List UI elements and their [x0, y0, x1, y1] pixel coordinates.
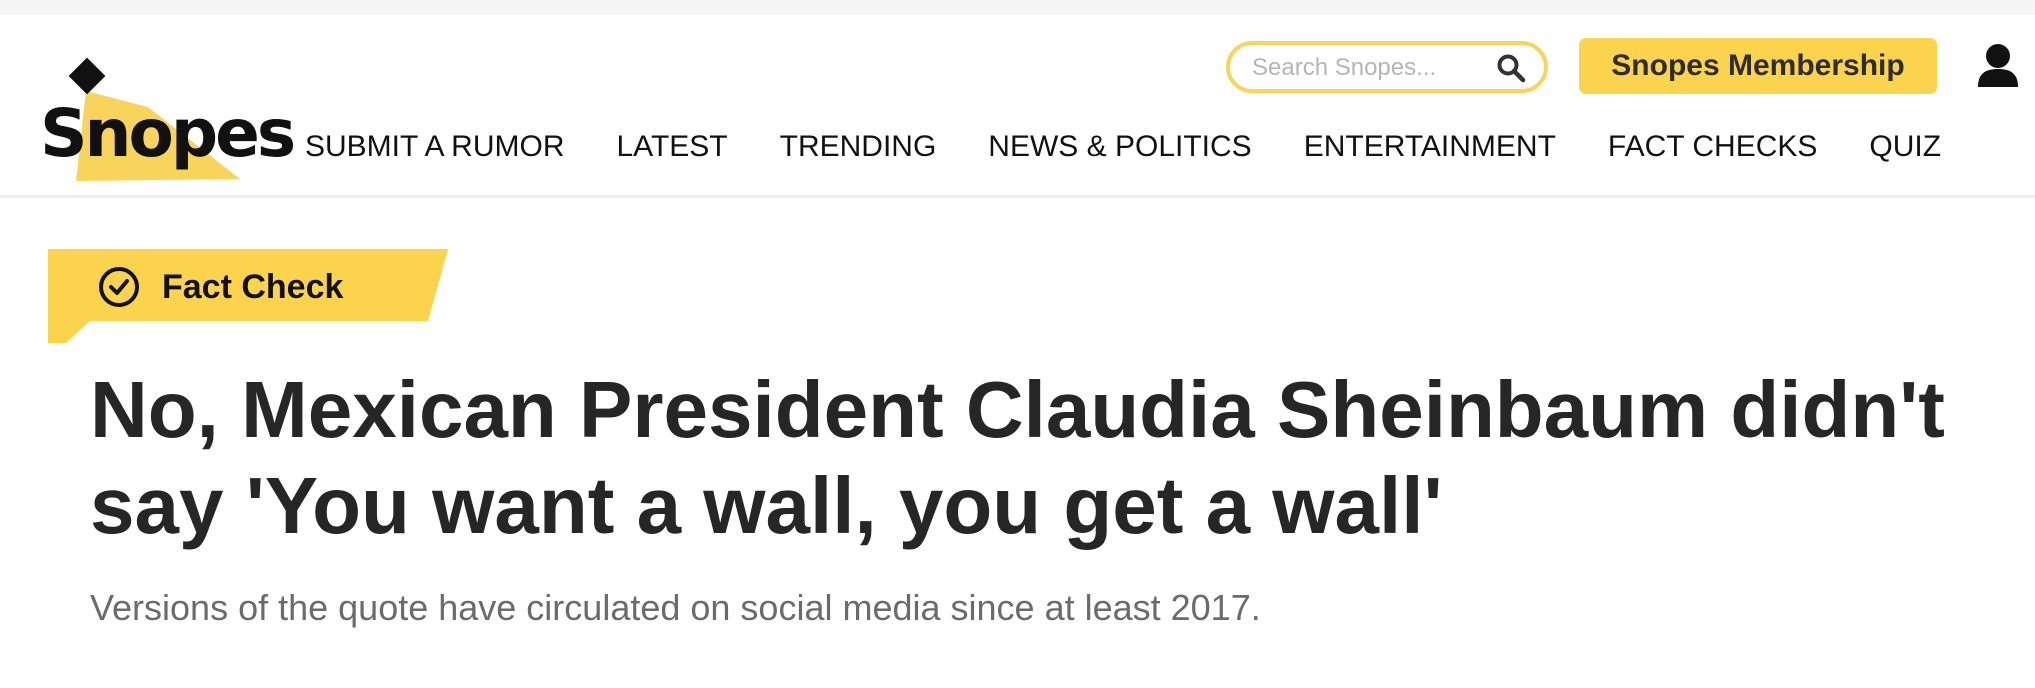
logo-wordmark: Snopes [40, 95, 296, 172]
badge-label: Fact Check [162, 268, 344, 306]
user-icon[interactable] [1976, 43, 2020, 89]
search-input[interactable] [1250, 53, 1484, 83]
top-strip [0, 0, 2035, 15]
search-box[interactable] [1226, 41, 1548, 93]
article-subtitle: Versions of the quote have circulated on… [90, 587, 1261, 628]
check-circle-icon [99, 267, 139, 307]
nav-item-submit-a-rumor[interactable]: SUBMIT A RUMOR [305, 127, 564, 167]
nav-item-quiz[interactable]: QUIZ [1869, 127, 1941, 167]
nav-item-news-politics[interactable]: NEWS & POLITICS [988, 127, 1251, 167]
nav-item-entertainment[interactable]: ENTERTAINMENT [1304, 127, 1556, 167]
membership-button[interactable]: Snopes Membership [1579, 38, 1937, 94]
main-nav: SUBMIT A RUMOR LATEST TRENDING NEWS & PO… [305, 127, 1941, 167]
search-icon[interactable] [1496, 53, 1526, 83]
site-header: Snopes Snopes Membership SUBMIT A RUMOR … [0, 15, 2035, 198]
snopes-logo[interactable]: Snopes [36, 51, 296, 191]
nav-item-trending[interactable]: TRENDING [780, 127, 937, 167]
nav-item-fact-checks[interactable]: FACT CHECKS [1608, 127, 1818, 167]
article-title: No, Mexican President Claudia Sheinbaum … [90, 365, 1945, 550]
nav-item-latest[interactable]: LATEST [616, 127, 727, 167]
